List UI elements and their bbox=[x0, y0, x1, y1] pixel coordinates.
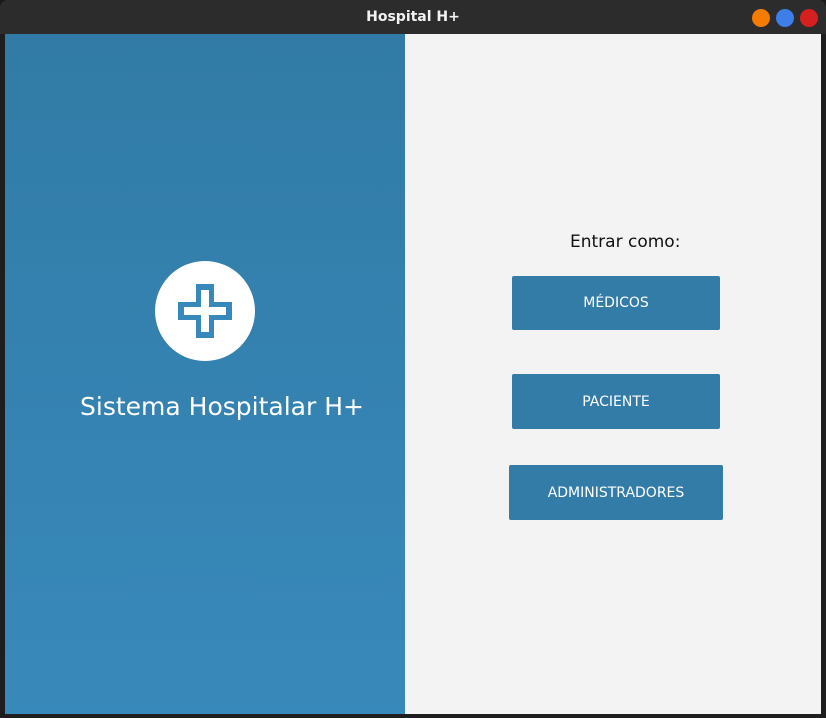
paciente-button[interactable]: PACIENTE bbox=[512, 374, 720, 429]
maximize-button[interactable] bbox=[776, 9, 794, 27]
window-border-right bbox=[821, 34, 826, 718]
enter-as-label: Entrar como: bbox=[570, 232, 681, 252]
medical-cross-icon bbox=[178, 284, 232, 338]
login-panel: Entrar como: MÉDICOS PACIENTE ADMINISTRA… bbox=[405, 34, 821, 714]
title-bar[interactable]: Hospital H+ bbox=[0, 0, 826, 34]
administradores-button[interactable]: ADMINISTRADORES bbox=[509, 465, 723, 520]
medicos-button[interactable]: MÉDICOS bbox=[512, 276, 720, 330]
branding-panel: Sistema Hospitalar H+ bbox=[5, 34, 405, 714]
window-title: Hospital H+ bbox=[366, 9, 460, 25]
window-border-bottom bbox=[0, 714, 826, 718]
window-controls bbox=[752, 9, 818, 27]
app-window: Hospital H+ Sistema Hospitalar H+ Entrar… bbox=[0, 0, 826, 718]
system-name: Sistema Hospitalar H+ bbox=[80, 392, 364, 421]
close-button[interactable] bbox=[800, 9, 818, 27]
logo bbox=[155, 261, 255, 361]
minimize-button[interactable] bbox=[752, 9, 770, 27]
